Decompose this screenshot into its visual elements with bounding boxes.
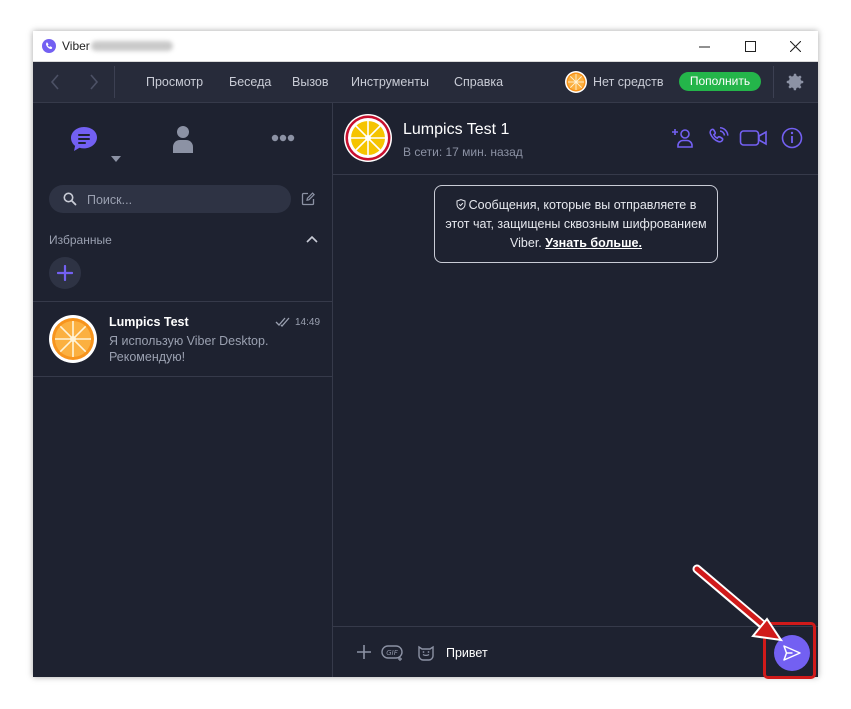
plus-icon[interactable]: [354, 642, 374, 662]
chat-name: Lumpics Test: [109, 315, 189, 329]
minimize-icon: [698, 46, 710, 47]
info-icon[interactable]: [780, 126, 804, 150]
annotation-highlight-box: [763, 622, 816, 679]
svg-text:GIF: GIF: [386, 649, 398, 657]
contact-name[interactable]: Lumpics Test 1: [403, 121, 509, 139]
menu-item-view[interactable]: Просмотр: [146, 75, 203, 89]
plus-icon: [57, 265, 73, 281]
menu-divider: [114, 66, 115, 98]
sidebar: Избранные Lumpics Test: [33, 103, 333, 677]
double-check-icon: [275, 317, 290, 327]
encryption-notice: Сообщения, которые вы отправляете в этот…: [434, 185, 718, 263]
phone-icon[interactable]: [706, 126, 730, 150]
sticker-icon[interactable]: [416, 642, 436, 662]
maximize-button[interactable]: [727, 31, 773, 61]
gif-icon[interactable]: GIF: [381, 642, 405, 662]
conversation-header: Lumpics Test 1 В сети: 17 мин. назад: [333, 103, 818, 175]
search-box[interactable]: [49, 185, 291, 215]
chat-bubble-icon[interactable]: [69, 125, 99, 153]
contact-status: В сети: 17 мин. назад: [403, 145, 523, 159]
favorites-label: Избранные: [49, 233, 112, 247]
message-composer: GIF: [333, 626, 818, 677]
menu-item-help[interactable]: Справка: [454, 75, 503, 89]
message-input[interactable]: [444, 640, 748, 666]
close-button[interactable]: [772, 31, 818, 61]
menu-item-call[interactable]: Вызов: [292, 75, 329, 89]
viber-logo-icon: [42, 39, 56, 53]
more-dots-icon[interactable]: [271, 134, 295, 142]
person-icon[interactable]: [173, 125, 193, 153]
conversation-body: Сообщения, которые вы отправляете в этот…: [333, 175, 818, 626]
menu-item-tools[interactable]: Инструменты: [351, 75, 429, 89]
chevron-left-icon: [50, 74, 59, 90]
account-avatar[interactable]: [565, 71, 587, 93]
topup-button[interactable]: Пополнить: [679, 72, 761, 91]
chevron-up-icon[interactable]: [306, 234, 318, 244]
learn-more-link[interactable]: Узнать больше.: [545, 236, 642, 250]
back-button[interactable]: [40, 70, 70, 94]
maximize-icon: [744, 40, 756, 52]
viber-window: Viber Просмотр Беседа Вызов Инструменты …: [33, 31, 818, 677]
chat-time: 14:49: [295, 317, 321, 328]
forward-button[interactable]: [79, 70, 109, 94]
contact-avatar[interactable]: [344, 114, 392, 162]
balance-status: Нет средств: [593, 75, 664, 89]
shield-icon: [456, 199, 466, 210]
contact-avatar: [49, 315, 97, 363]
title-bar: Viber: [33, 31, 818, 62]
add-person-icon[interactable]: [671, 126, 695, 150]
search-input[interactable]: [85, 185, 285, 215]
menu-item-conversation[interactable]: Беседа: [229, 75, 271, 89]
compose-icon[interactable]: [301, 192, 315, 206]
blurred-phone-number: [91, 41, 173, 51]
menu-divider: [773, 66, 774, 98]
chat-preview: Я использую Viber Desktop. Рекомендую!: [109, 334, 269, 364]
gear-icon[interactable]: [784, 71, 806, 93]
close-icon: [789, 40, 801, 52]
chat-list-item[interactable]: Lumpics Test 14:49 Я использую Viber Des…: [33, 302, 332, 377]
menu-bar: Просмотр Беседа Вызов Инструменты Справк…: [33, 62, 818, 103]
chevron-down-icon[interactable]: [111, 156, 121, 162]
add-favorite-button[interactable]: [49, 257, 81, 289]
chevron-right-icon: [90, 74, 99, 90]
video-camera-icon[interactable]: [739, 126, 769, 150]
window-title: Viber: [62, 39, 90, 53]
minimize-button[interactable]: [681, 31, 727, 61]
search-icon: [63, 192, 77, 206]
